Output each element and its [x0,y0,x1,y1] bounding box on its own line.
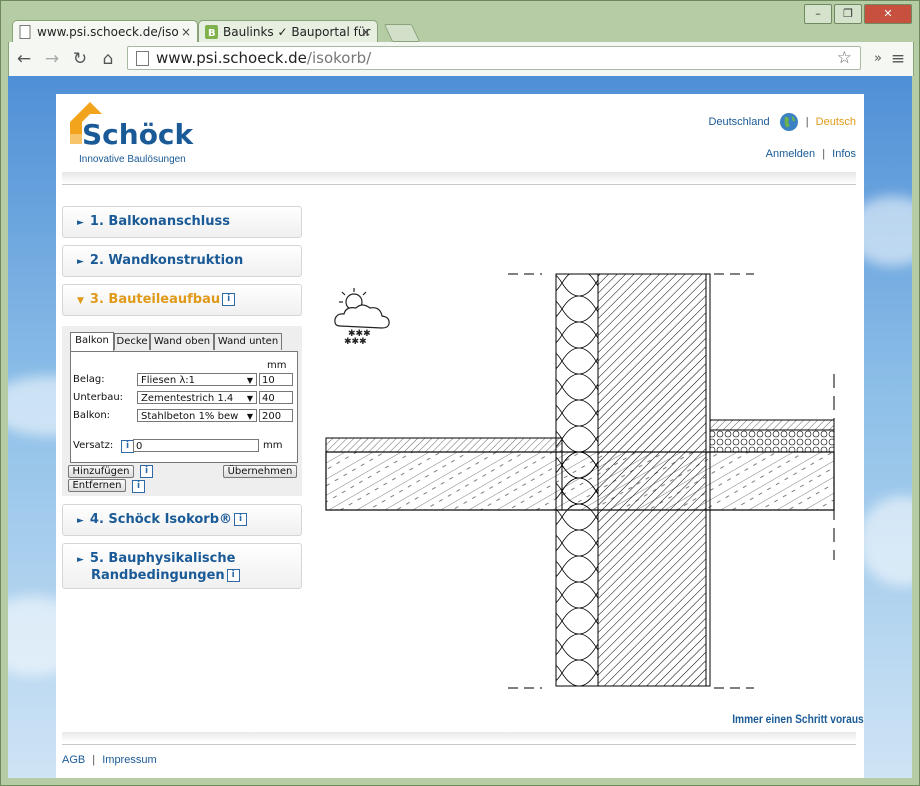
unterbau-select-value: Zementestrich 1.4 [141,393,234,404]
tab-title: www.psi.schoeck.de/iso [37,25,179,39]
belag-label: Belag: [73,374,105,385]
triangle-right-icon: ► [77,516,84,526]
extensions-overflow-icon[interactable]: » [867,48,889,70]
tab-decke[interactable]: Decke [114,333,150,350]
back-arrow-icon[interactable]: ← [13,48,35,70]
unit-header: mm [267,360,287,371]
belag-select[interactable]: Fliesen λ:1 ▼ [137,373,257,386]
step-bauphysik[interactable]: ► 5. Bauphysikalische Randbedingungen i [62,543,302,589]
header-links: Deutschland | Deutsch Anmelden | Infos [708,112,856,160]
browser-window: – ❐ ✕ www.psi.schoeck.de/iso × B Baulinks … [0,0,920,786]
background-cloud [858,496,912,586]
info-icon[interactable]: i [132,480,145,493]
baulinks-favicon-icon: B [205,25,218,39]
versatz-input[interactable]: 0 [133,439,259,452]
balkon-thickness-input[interactable]: 200 [259,409,293,422]
page-content: Schöck Innovative Baulösungen Deutschlan… [56,94,864,778]
step-label: 2. Wandkonstruktion [89,253,244,268]
step-label: 1. Balkonanschluss [89,214,230,229]
globe-icon[interactable] [779,112,799,132]
page-viewport: Schöck Innovative Baulösungen Deutschlan… [8,76,912,778]
apply-button[interactable]: Übernehmen [223,465,297,478]
step-label: 5. Bauphysikalische [89,551,236,566]
close-icon[interactable]: × [361,21,371,42]
triangle-down-icon: ▼ [77,296,84,306]
balkon-select-value: Stahlbeton 1% bew [141,411,239,422]
belag-select-value: Fliesen λ:1 [141,375,195,386]
construction-section-drawing [325,273,835,689]
unterbau-thickness-input[interactable]: 40 [259,391,293,404]
tab-strip: www.psi.schoeck.de/iso × B Baulinks ✓ Ba… [8,18,908,42]
balkon-label: Balkon: [73,410,111,421]
unterbau-select[interactable]: Zementestrich 1.4 ▼ [137,391,257,404]
logo-tagline: Innovative Baulösungen [79,154,186,165]
unterbau-label: Unterbau: [73,392,124,403]
reload-icon[interactable]: ↻ [69,48,91,70]
home-icon[interactable]: ⌂ [97,48,119,70]
info-icon[interactable]: i [140,465,153,478]
info-icon[interactable]: i [226,569,240,582]
country-link[interactable]: Deutschland [708,116,769,128]
tab-title: Baulinks ✓ Bauportal für [223,25,371,39]
bauteileaufbau-panel: Balkon Decke Wand oben Wand unten mm Bel… [62,326,302,496]
footer-divider [62,744,856,745]
url-host: www.psi.schoeck.de [156,49,307,67]
menu-icon[interactable]: ≡ [887,48,909,70]
step-bauteileaufbau[interactable]: ▼ 3. Bauteileaufbau i [62,284,302,316]
separator: | [805,115,809,128]
tab-wand-oben[interactable]: Wand oben [150,333,214,350]
triangle-right-icon: ► [77,555,84,565]
dropdown-arrow-icon: ▼ [246,394,253,403]
footer-divider-shadow [62,732,856,742]
page-icon [136,51,149,66]
browser-toolbar: ← → ↻ ⌂ www.psi.schoeck.de/isokorb/ ☆ » … [8,42,914,76]
agb-link[interactable]: AGB [62,754,85,766]
add-layer-button[interactable]: Hinzufügen [68,465,134,478]
language-link[interactable]: Deutsch [816,116,856,128]
header-divider-shadow [62,172,856,184]
login-link[interactable]: Anmelden [766,148,816,160]
impressum-link[interactable]: Impressum [102,754,156,766]
remove-layer-button[interactable]: Entfernen [68,479,126,492]
schoeck-logo[interactable]: Schöck Innovative Baulösungen [62,102,202,166]
header-divider [62,184,856,185]
versatz-label: Versatz: [73,440,114,451]
address-bar[interactable]: www.psi.schoeck.de/isokorb/ ☆ [127,46,861,70]
versatz-unit: mm [263,440,283,451]
close-icon[interactable]: × [181,21,191,42]
browser-tab-baulinks[interactable]: B Baulinks ✓ Bauportal für × [198,20,378,42]
forward-arrow-icon[interactable]: → [41,48,63,70]
step-wandkonstruktion[interactable]: ► 2. Wandkonstruktion [62,245,302,277]
tab-wand-unten[interactable]: Wand unten [214,333,282,350]
step-label: 3. Bauteileaufbau [89,292,221,307]
browser-tab-schoeck[interactable]: www.psi.schoeck.de/iso × [12,20,198,42]
tab-balkon[interactable]: Balkon [70,332,114,351]
triangle-right-icon: ► [77,218,84,228]
new-tab-button[interactable] [383,24,421,42]
step-isokorb[interactable]: ► 4. Schöck Isokorb® i [62,504,302,536]
infos-link[interactable]: Infos [832,148,856,160]
step-label-line2: Randbedingungen [91,568,225,583]
url-path: /isokorb/ [306,49,372,67]
dropdown-arrow-icon: ▼ [246,412,253,421]
info-icon[interactable]: i [222,293,236,306]
page-icon [19,25,31,39]
svg-text:B: B [208,28,216,39]
logo-wordmark: Schöck [82,118,195,151]
slogan: Immer einen Schritt voraus [732,712,864,726]
balkon-select[interactable]: Stahlbeton 1% bew ▼ [137,409,257,422]
info-icon[interactable]: i [234,513,248,526]
step-balkonanschluss[interactable]: ► 1. Balkonanschluss [62,206,302,238]
step-label: 4. Schöck Isokorb® [89,512,233,527]
separator: | [822,148,826,160]
dropdown-arrow-icon: ▼ [246,376,253,385]
footer-links: AGB | Impressum [62,754,157,766]
bookmark-star-icon[interactable]: ☆ [837,47,852,69]
belag-thickness-input[interactable]: 10 [259,373,293,386]
triangle-right-icon: ► [77,257,84,267]
layer-form: mm Belag: Fliesen λ:1 ▼ 10 Unterbau: Zeme… [70,351,298,463]
separator: | [92,754,96,766]
